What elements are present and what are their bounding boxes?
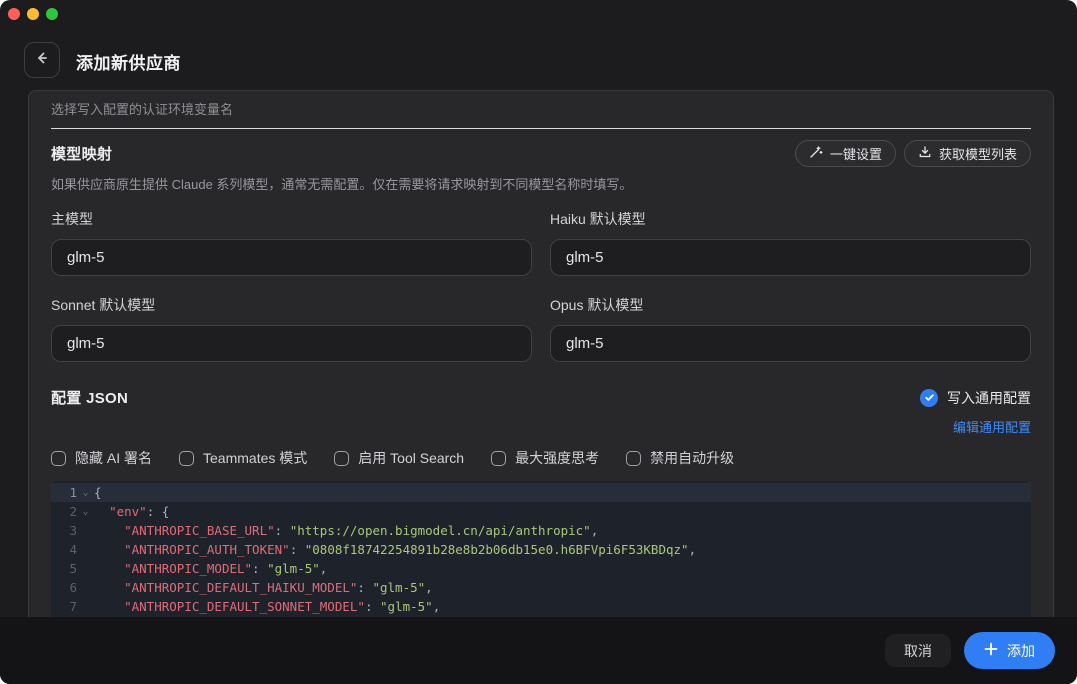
checkbox-checked-icon [920, 389, 938, 407]
page-title: 添加新供应商 [76, 49, 181, 74]
code-line[interactable]: 3 "ANTHROPIC_BASE_URL": "https://open.bi… [51, 521, 1031, 540]
main-model-label: 主模型 [51, 209, 532, 229]
fetch-models-button[interactable]: 获取模型列表 [904, 140, 1031, 167]
fold-chevron-icon[interactable]: ⌄ [77, 483, 94, 502]
fold-spacer [77, 578, 94, 597]
sonnet-model-input[interactable] [51, 325, 532, 362]
code-line[interactable]: 4 "ANTHROPIC_AUTH_TOKEN": "0808f18742254… [51, 540, 1031, 559]
toggle-label: 启用 Tool Search [358, 448, 464, 468]
toggle-checkbox[interactable]: 禁用自动升级 [626, 448, 734, 468]
haiku-model-label: Haiku 默认模型 [550, 209, 1031, 229]
checkbox-unchecked-icon [626, 451, 641, 466]
line-number: 7 [51, 597, 77, 616]
sonnet-model-label: Sonnet 默认模型 [51, 295, 532, 315]
haiku-model-input[interactable] [550, 239, 1031, 276]
line-number: 4 [51, 540, 77, 559]
code-text: { [94, 483, 102, 502]
toggle-checkbox[interactable]: 最大强度思考 [491, 448, 599, 468]
checkbox-unchecked-icon [491, 451, 506, 466]
quick-setup-button[interactable]: 一键设置 [795, 140, 896, 167]
close-window-icon[interactable] [8, 8, 20, 20]
plus-icon [984, 642, 998, 659]
code-line[interactable]: 5 "ANTHROPIC_MODEL": "glm-5", [51, 559, 1031, 578]
code-text: "ANTHROPIC_BASE_URL": "https://open.bigm… [94, 521, 598, 540]
model-mapping-description: 如果供应商原生提供 Claude 系列模型，通常无需配置。仅在需要将请求映射到不… [51, 174, 1031, 193]
field-main-model: 主模型 [51, 209, 532, 276]
code-line[interactable]: 1⌄{ [51, 483, 1031, 502]
toggle-checkbox[interactable]: 隐藏 AI 署名 [51, 448, 152, 468]
download-icon [918, 145, 932, 162]
json-editor-lines: 1⌄{2⌄ "env": {3 "ANTHROPIC_BASE_URL": "h… [51, 483, 1031, 617]
auth-env-helper-text: 选择写入配置的认证环境变量名 [51, 99, 1031, 118]
line-number: 3 [51, 521, 77, 540]
toggle-label: 禁用自动升级 [650, 448, 734, 468]
line-number: 1 [51, 483, 77, 502]
code-text: "ANTHROPIC_AUTH_TOKEN": "0808f1874225489… [94, 540, 696, 559]
write-common-config-label: 写入通用配置 [947, 388, 1031, 408]
fold-spacer [77, 540, 94, 559]
cancel-button[interactable]: 取消 [885, 634, 951, 667]
add-provider-button[interactable]: 添加 [964, 632, 1055, 669]
section-divider [51, 128, 1031, 129]
fold-spacer [77, 559, 94, 578]
app-window: 添加新供应商 选择写入配置的认证环境变量名 模型映射 一键设置 [0, 0, 1077, 684]
fold-spacer [77, 597, 94, 616]
main-model-input[interactable] [51, 239, 532, 276]
fold-chevron-icon[interactable]: ⌄ [77, 502, 94, 521]
footer-bar: 取消 添加 [0, 617, 1077, 684]
checkbox-unchecked-icon [179, 451, 194, 466]
opus-model-label: Opus 默认模型 [550, 295, 1031, 315]
code-line[interactable]: 2⌄ "env": { [51, 502, 1031, 521]
json-config-editor[interactable]: 1⌄{2⌄ "env": {3 "ANTHROPIC_BASE_URL": "h… [51, 481, 1031, 617]
window-controls [8, 8, 58, 20]
add-button-label: 添加 [1007, 641, 1035, 661]
edit-common-config-link[interactable]: 编辑通用配置 [953, 417, 1031, 436]
toggle-label: 隐藏 AI 署名 [75, 448, 152, 468]
minimize-window-icon[interactable] [27, 8, 39, 20]
code-line[interactable]: 6 "ANTHROPIC_DEFAULT_HAIKU_MODEL": "glm-… [51, 578, 1031, 597]
field-haiku-model: Haiku 默认模型 [550, 209, 1031, 276]
fetch-models-label: 获取模型列表 [939, 144, 1017, 163]
code-text: "ANTHROPIC_DEFAULT_HAIKU_MODEL": "glm-5"… [94, 578, 433, 597]
content-scroll-area[interactable]: 选择写入配置的认证环境变量名 模型映射 一键设置 [28, 90, 1054, 617]
model-mapping-title: 模型映射 [51, 143, 112, 164]
toggle-checkbox[interactable]: 启用 Tool Search [334, 448, 464, 468]
fold-spacer [77, 521, 94, 540]
toggle-label: Teammates 模式 [203, 448, 307, 468]
magic-wand-icon [809, 145, 823, 162]
checkbox-unchecked-icon [51, 451, 66, 466]
line-number: 5 [51, 559, 77, 578]
field-opus-model: Opus 默认模型 [550, 295, 1031, 362]
code-text: "ANTHROPIC_DEFAULT_SONNET_MODEL": "glm-5… [94, 597, 440, 616]
config-json-title: 配置 JSON [51, 387, 128, 408]
toggle-label: 最大强度思考 [515, 448, 599, 468]
zoom-window-icon[interactable] [46, 8, 58, 20]
toggle-row: 隐藏 AI 署名 Teammates 模式 启用 Tool Search 最大强度思考… [51, 448, 1031, 468]
line-number: 6 [51, 578, 77, 597]
checkbox-unchecked-icon [334, 451, 349, 466]
field-sonnet-model: Sonnet 默认模型 [51, 295, 532, 362]
toggle-checkbox[interactable]: Teammates 模式 [179, 448, 307, 468]
code-text: "ANTHROPIC_MODEL": "glm-5", [94, 559, 327, 578]
write-common-config-checkbox[interactable]: 写入通用配置 [920, 388, 1031, 408]
opus-model-input[interactable] [550, 325, 1031, 362]
arrow-left-icon [33, 49, 51, 72]
back-button[interactable] [24, 42, 60, 78]
code-text: "env": { [94, 502, 169, 521]
line-number: 2 [51, 502, 77, 521]
code-line[interactable]: 7 "ANTHROPIC_DEFAULT_SONNET_MODEL": "glm… [51, 597, 1031, 616]
quick-setup-label: 一键设置 [830, 144, 882, 163]
